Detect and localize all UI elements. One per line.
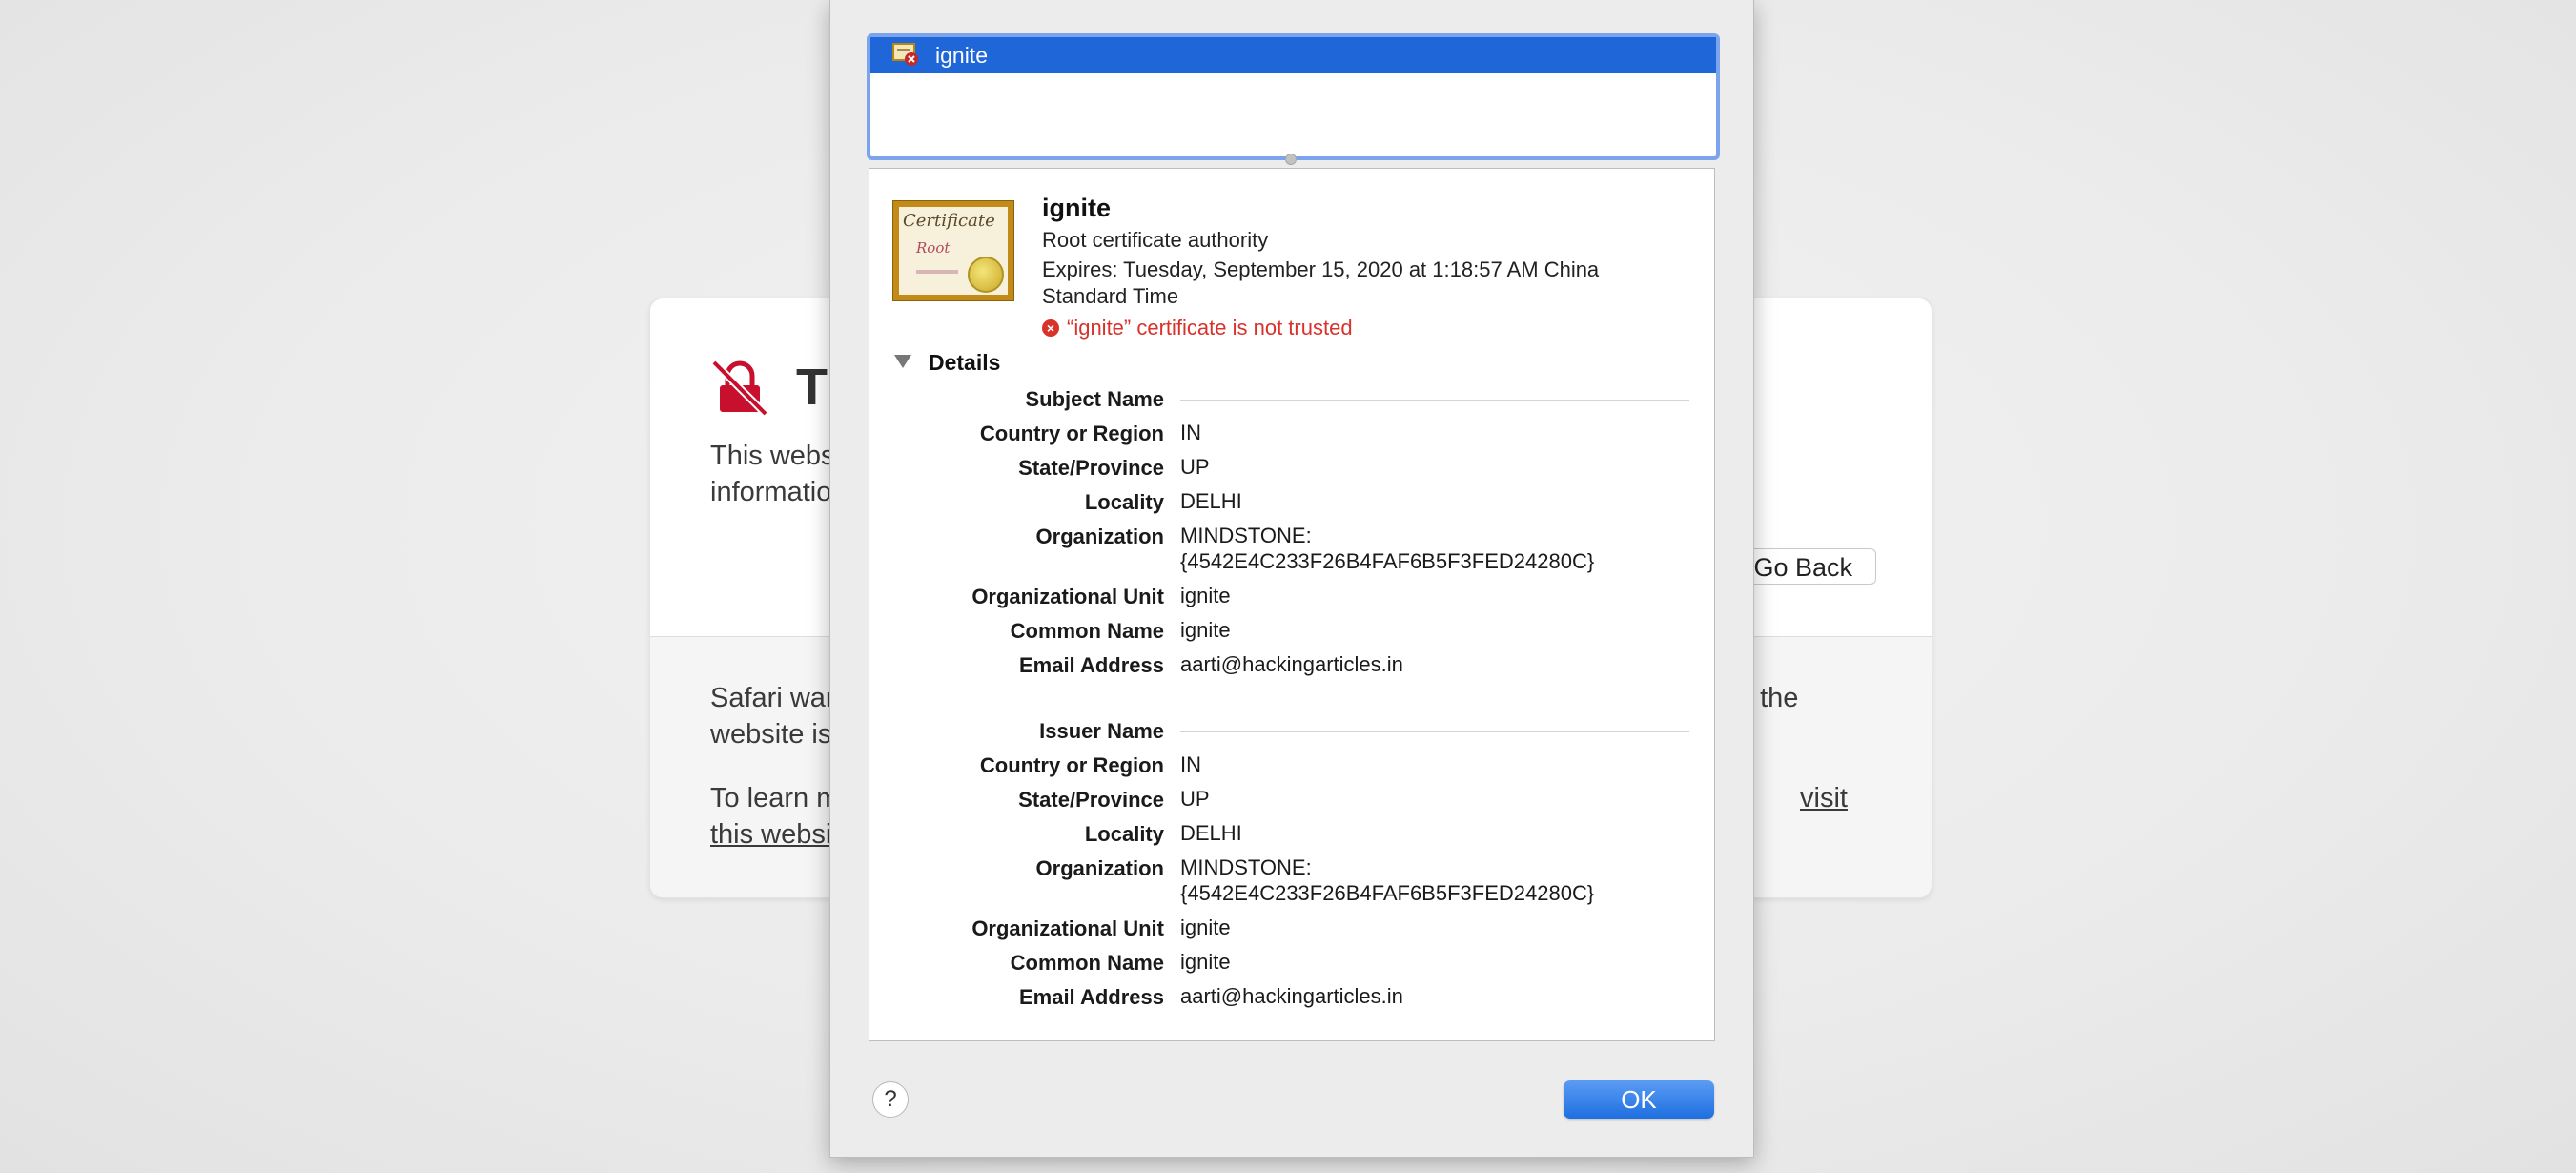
issuer-state-label: State/Province bbox=[1018, 788, 1164, 812]
subject-cn-label: Common Name bbox=[1010, 619, 1164, 643]
untrusted-certificate-icon bbox=[892, 43, 918, 66]
warning-detail-line: Safari war bbox=[710, 683, 835, 713]
warning-text-line: informatio bbox=[710, 477, 832, 507]
certificate-list[interactable]: ignite bbox=[867, 33, 1720, 160]
warning-text-line: This webs bbox=[710, 441, 835, 471]
issuer-ou-value: ignite bbox=[1180, 916, 1231, 939]
issuer-organization-label: Organization bbox=[1035, 856, 1164, 880]
subject-locality-value: DELHI bbox=[1180, 489, 1242, 513]
seal-icon bbox=[968, 257, 1004, 293]
trust-status-text: “ignite” certificate is not trusted bbox=[1067, 316, 1353, 340]
certificate-image-icon: Certificate Root bbox=[892, 200, 1014, 301]
certificate-list-item[interactable]: ignite bbox=[870, 37, 1716, 73]
issuer-cn-label: Common Name bbox=[1010, 951, 1164, 975]
issuer-cn-value: ignite bbox=[1180, 950, 1231, 974]
subject-ou-value: ignite bbox=[1180, 584, 1231, 607]
issuer-email-label: Email Address bbox=[1018, 985, 1164, 1009]
subject-cn-value: ignite bbox=[1180, 618, 1231, 642]
certificate-list-item-label: ignite bbox=[935, 43, 988, 68]
subject-organization-value-cont: {4542E4C233F26B4FAF6B5F3FED24280C} bbox=[1180, 549, 1595, 573]
issuer-locality-value: DELHI bbox=[1180, 821, 1242, 845]
error-icon: × bbox=[1042, 319, 1059, 337]
issuer-country-label: Country or Region bbox=[979, 753, 1164, 777]
issuer-locality-label: Locality bbox=[1084, 822, 1164, 846]
warning-detail-line: website is bbox=[710, 719, 832, 750]
section-divider bbox=[1180, 400, 1689, 401]
ok-button[interactable]: OK bbox=[1564, 1080, 1714, 1119]
split-view-handle[interactable] bbox=[1285, 154, 1297, 165]
issuer-email-value: aarti@hackingarticles.in bbox=[1180, 984, 1403, 1008]
subject-state-value: UP bbox=[1180, 455, 1210, 479]
subject-state-label: State/Province bbox=[1018, 456, 1164, 480]
certificate-expiry-line2: Standard Time bbox=[1042, 284, 1179, 308]
visit-website-link[interactable]: visit bbox=[1800, 780, 1848, 816]
issuer-organization-value-cont: {4542E4C233F26B4FAF6B5F3FED24280C} bbox=[1180, 881, 1595, 905]
certificate-sheet: ignite Certificate Root ignite Root cert… bbox=[829, 0, 1754, 1158]
certificate-image-subtitle: Root bbox=[916, 239, 951, 257]
issuer-ou-label: Organizational Unit bbox=[971, 916, 1164, 940]
subject-organization-value: MINDSTONE: bbox=[1180, 524, 1312, 547]
subject-ou-label: Organizational Unit bbox=[971, 585, 1164, 608]
issuer-name-section: Issuer Name bbox=[1039, 719, 1164, 743]
issuer-country-value: IN bbox=[1180, 752, 1201, 776]
visit-website-link-continued[interactable]: this websi bbox=[710, 816, 831, 853]
disclosure-triangle-icon bbox=[894, 355, 911, 368]
trust-status: × “ignite” certificate is not trusted bbox=[1042, 316, 1353, 340]
subject-organization-label: Organization bbox=[1035, 525, 1164, 548]
certificate-expiry-line1: Expires: Tuesday, September 15, 2020 at … bbox=[1042, 257, 1600, 281]
certificate-name: ignite bbox=[1042, 194, 1111, 222]
issuer-state-value: UP bbox=[1180, 787, 1210, 811]
section-divider bbox=[1180, 731, 1689, 732]
certificate-type: Root certificate authority bbox=[1042, 228, 1269, 252]
subject-email-label: Email Address bbox=[1018, 653, 1164, 677]
issuer-organization-value: MINDSTONE: bbox=[1180, 855, 1312, 879]
subject-locality-label: Locality bbox=[1084, 490, 1164, 514]
broken-lock-icon bbox=[711, 360, 768, 417]
subject-name-section: Subject Name bbox=[1025, 387, 1165, 411]
warning-detail-line: To learn m bbox=[710, 783, 840, 813]
help-button[interactable]: ? bbox=[872, 1081, 909, 1118]
details-heading: Details bbox=[929, 350, 1001, 375]
certificate-details-panel: Certificate Root ignite Root certificate… bbox=[869, 168, 1715, 1041]
subject-email-value: aarti@hackingarticles.in bbox=[1180, 652, 1403, 676]
subject-country-label: Country or Region bbox=[979, 422, 1164, 445]
details-disclosure[interactable]: Details bbox=[894, 350, 1000, 376]
certificate-image-title: Certificate bbox=[903, 211, 995, 231]
subject-country-value: IN bbox=[1180, 421, 1201, 444]
